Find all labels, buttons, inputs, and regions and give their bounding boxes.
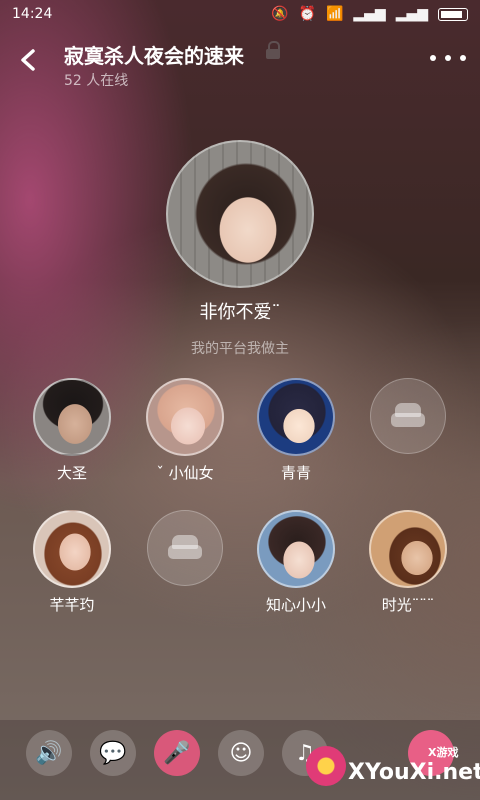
- seat-name: 芊芊玓: [49, 596, 95, 614]
- mic-button[interactable]: 🎤: [154, 730, 200, 776]
- empty-seat: [370, 378, 446, 454]
- dot-icon: [445, 55, 451, 61]
- wifi-icon: 📶: [325, 6, 344, 22]
- mic-seat-2[interactable]: ˇ 小仙女: [145, 378, 225, 488]
- room-header: 寂寞杀人夜会的速来 52 人在线: [0, 36, 480, 96]
- host-name: 非你不爱¨: [199, 302, 281, 323]
- seat-name: 时光¨¨¨: [381, 596, 435, 614]
- signal-icon-2: ▂▄▆: [395, 6, 428, 22]
- chat-button[interactable]: 💬: [90, 730, 136, 776]
- seat-name: 知心小小: [265, 596, 326, 614]
- back-button[interactable]: [12, 44, 44, 76]
- avatar: [369, 510, 447, 588]
- dot-icon: [430, 55, 436, 61]
- mic-seat-5[interactable]: 芊芊玓: [32, 510, 112, 620]
- seat-name: 青青: [280, 464, 311, 482]
- mic-seat-7[interactable]: 知心小小: [256, 510, 336, 620]
- online-count: 52 人在线: [64, 73, 129, 89]
- watermark: X游戏 XYouXi.net: [300, 736, 480, 800]
- speaker-icon: 🔊: [35, 740, 63, 766]
- back-arrow-icon: [21, 49, 35, 71]
- mic-seat-4[interactable]: [368, 378, 448, 488]
- battery-icon: [438, 7, 468, 21]
- avatar: [257, 510, 335, 588]
- avatar: [33, 378, 111, 456]
- chat-icon: 💬: [99, 740, 127, 766]
- avatar: [33, 510, 111, 588]
- speaker-button[interactable]: 🔊: [26, 730, 72, 776]
- status-time: 14:24: [12, 6, 53, 22]
- status-bar: 14:24 🔕 ⏰ 📶 ▂▄▆ ▂▄▆: [0, 0, 480, 28]
- host-avatar[interactable]: [166, 140, 314, 288]
- watermark-small-text: X游戏: [428, 746, 459, 759]
- mic-seat-1[interactable]: 大圣: [32, 378, 112, 488]
- mic-seat-3[interactable]: 青青: [256, 378, 336, 488]
- lock-icon: [266, 41, 280, 59]
- alarm-icon: ⏰: [298, 6, 316, 22]
- mic-seat-8[interactable]: 时光¨¨¨: [368, 510, 448, 620]
- mute-icon: 🔕: [271, 6, 289, 22]
- sofa-icon: [168, 535, 202, 561]
- seat-name: 大圣: [56, 464, 87, 482]
- room-title: 寂寞杀人夜会的速来: [64, 44, 244, 68]
- more-options-button[interactable]: [430, 50, 466, 66]
- mic-seat-6[interactable]: [145, 510, 225, 620]
- watermark-text: XYouXi.net: [348, 760, 480, 785]
- empty-seat: [147, 510, 223, 586]
- seat-name: ˇ 小仙女: [156, 464, 214, 482]
- avatar: [146, 378, 224, 456]
- status-icons: 🔕 ⏰ 📶 ▂▄▆ ▂▄▆: [271, 6, 468, 22]
- avatar: [257, 378, 335, 456]
- dot-icon: [460, 55, 466, 61]
- emoji-button[interactable]: ☺: [218, 730, 264, 776]
- mic-icon: 🎤: [163, 740, 191, 766]
- host-slogan: 我的平台我做主: [191, 341, 289, 357]
- emoji-icon: ☺: [229, 740, 253, 766]
- signal-icon: ▂▄▆: [353, 6, 386, 22]
- watermark-logo: [306, 746, 346, 786]
- sofa-icon: [391, 403, 425, 429]
